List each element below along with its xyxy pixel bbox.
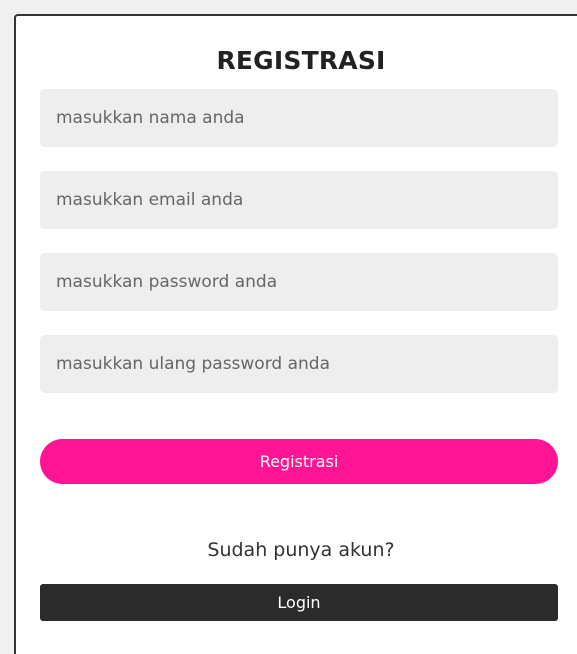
register-button[interactable]: Registrasi <box>40 439 558 484</box>
email-input[interactable] <box>40 171 558 229</box>
registration-card: REGISTRASI Registrasi Sudah punya akun? … <box>14 14 577 654</box>
have-account-text: Sudah punya akun? <box>207 539 395 561</box>
name-input[interactable] <box>40 89 558 147</box>
page-title: REGISTRASI <box>216 46 386 75</box>
login-button[interactable]: Login <box>40 584 558 621</box>
password-input[interactable] <box>40 253 558 311</box>
confirm-password-input[interactable] <box>40 335 558 393</box>
